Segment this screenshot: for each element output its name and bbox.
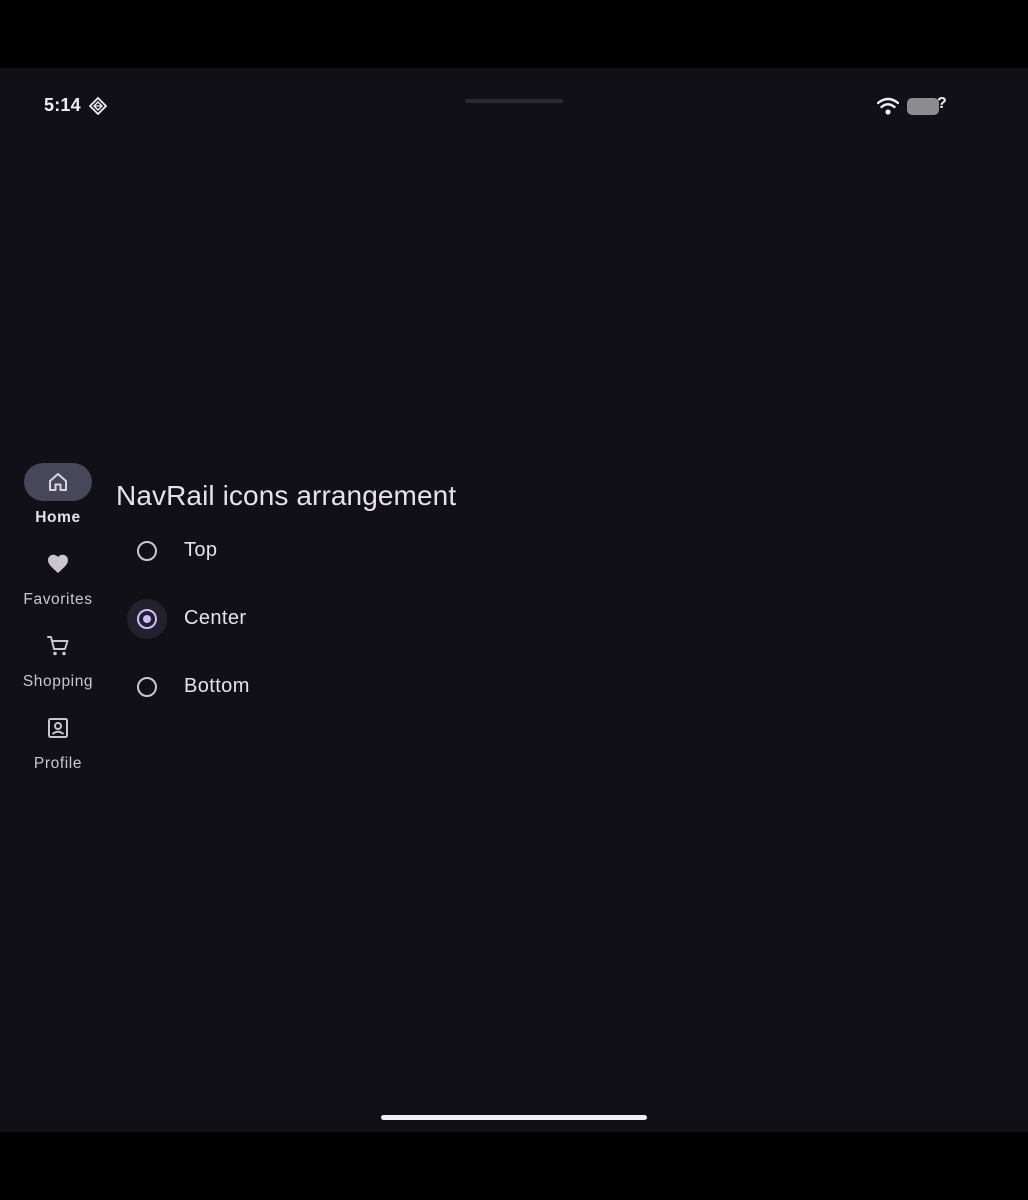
app-screen: 5:14 ? Home Favorites Shopping Profile N… [0,68,1028,1132]
nav-label-home: Home [35,509,81,526]
battery-unknown-indicator: ? [937,95,947,112]
nav-label-shopping: Shopping [22,673,94,690]
radio-option-bottom[interactable]: Bottom [120,661,520,717]
home-icon [49,473,67,491]
radio-option-center[interactable]: Center [120,593,520,649]
nav-label-profile: Profile [33,755,83,772]
radio-option-top[interactable]: Top [120,525,520,581]
bottom-letterbox [0,1132,1028,1200]
radio-button-center[interactable] [137,609,157,629]
radio-label-center: Center [184,607,247,629]
radio-label-bottom: Bottom [184,675,250,697]
radio-button-bottom[interactable] [137,677,157,697]
nav-item-profile[interactable]: Profile [0,706,116,784]
status-time: 5:14 [44,95,81,115]
nav-item-home[interactable]: Home [0,460,116,538]
heart-icon [48,554,68,573]
shopping-cart-icon [47,636,69,656]
camera-notch [465,99,563,103]
radio-label-top: Top [184,539,218,561]
page-title: NavRail icons arrangement [116,480,457,511]
nav-label-favorites: Favorites [23,591,93,608]
nav-item-shopping[interactable]: Shopping [0,624,116,702]
top-letterbox [0,0,1028,68]
gesture-home-indicator[interactable] [381,1115,647,1120]
nav-item-favorites[interactable]: Favorites [0,542,116,620]
radio-selected-dot [143,615,151,623]
battery-icon [907,98,939,115]
diamond-notification-icon [89,97,107,115]
radio-button-top[interactable] [137,541,157,561]
wifi-icon [877,97,899,115]
profile-icon [48,718,68,738]
